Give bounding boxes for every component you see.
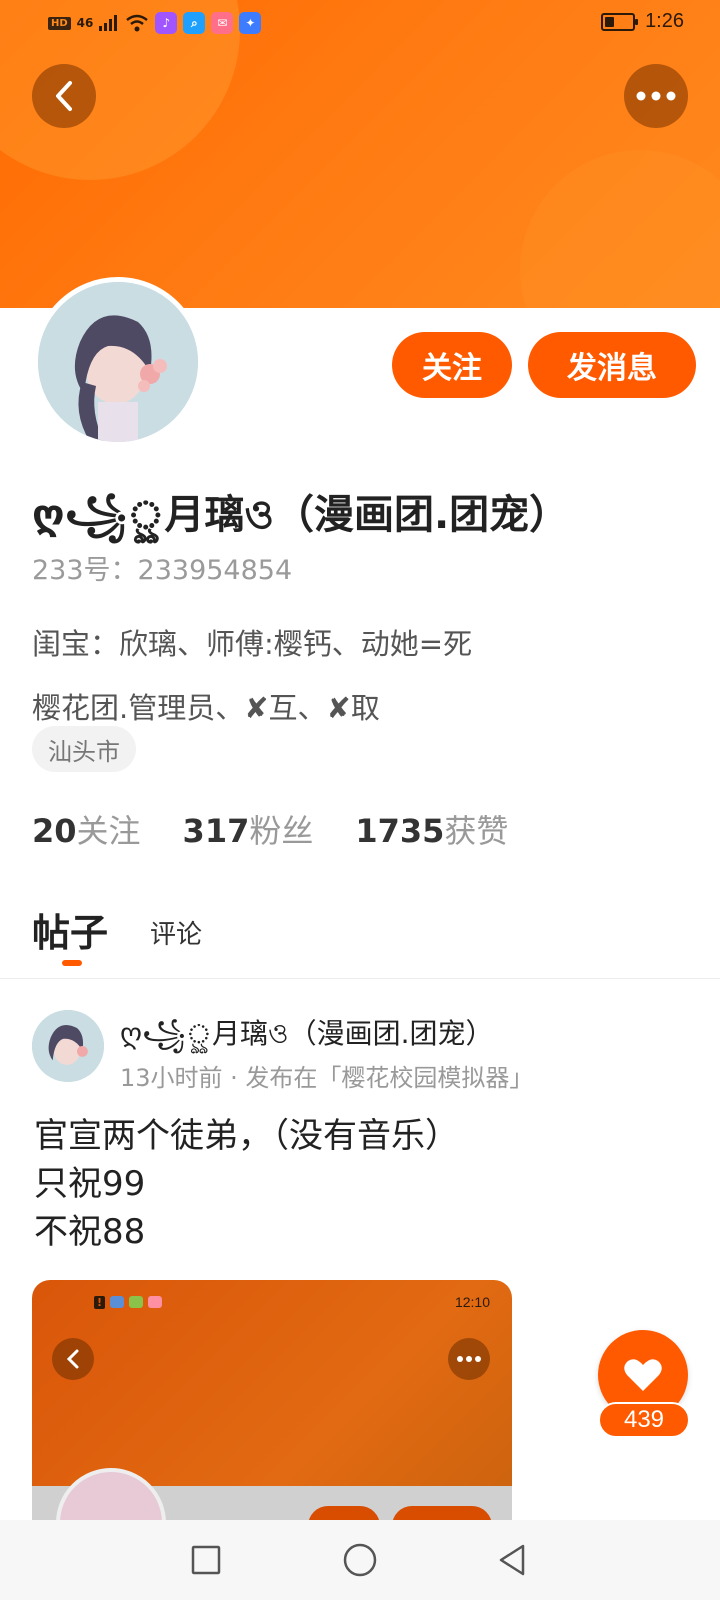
send-message-button[interactable]: 发消息 [528, 332, 696, 398]
more-dots-icon [636, 91, 676, 101]
avatar[interactable] [33, 277, 203, 447]
music-icon: ♪ [155, 12, 178, 34]
signal-strength: 46 [76, 16, 94, 30]
avatar-illustration [38, 282, 198, 442]
tab-posts[interactable]: 帖子 [32, 902, 108, 966]
like-count: 439 [598, 1402, 690, 1438]
image-clock: 12:10 [454, 1294, 490, 1310]
location-tag[interactable]: 汕头市 [32, 726, 136, 772]
avatar-illustration [32, 1010, 104, 1082]
battery-icon [601, 12, 639, 31]
profile-stats: 20关注 317粉丝 1735获赞 [32, 806, 508, 852]
follow-button[interactable]: 关注 [392, 332, 512, 398]
bio: 闺宝：欣璃、师傅:樱钙、动她=死 樱花团.管理员、✘互、✘取 [32, 612, 472, 740]
bio-line: 闺宝：欣璃、师傅:樱钙、动她=死 [32, 627, 473, 661]
square-icon [191, 1545, 221, 1575]
post-text-line: 不祝88 [34, 1212, 146, 1252]
post-text-line: 官宣两个徒弟，（没有音乐） [34, 1116, 459, 1156]
post-content[interactable]: 官宣两个徒弟，（没有音乐） 只祝99 不祝88 [34, 1112, 459, 1256]
recent-apps-button[interactable] [166, 1520, 246, 1600]
image-back-icon [52, 1338, 94, 1380]
user-id: 233号：233954854 [32, 555, 293, 586]
more-button[interactable] [624, 64, 688, 128]
signal-bars-icon [99, 15, 118, 31]
profile-tabs: 帖子 评论 [32, 902, 202, 966]
divider [0, 978, 720, 979]
post-image[interactable]: ! 12:10 [32, 1280, 512, 1540]
lightbulb-app-icon: ✦ [239, 12, 262, 34]
circle-icon [343, 1543, 377, 1577]
home-button[interactable] [320, 1520, 400, 1600]
tab-comments[interactable]: 评论 [150, 914, 202, 957]
wifi-icon [126, 14, 149, 32]
triangle-back-icon [499, 1544, 525, 1576]
mail-app-icon: ✉ [211, 12, 234, 34]
post-text-line: 只祝99 [34, 1164, 146, 1204]
clock: 1:26 [645, 10, 684, 32]
network-type: HD [48, 16, 71, 30]
active-tab-indicator [62, 960, 82, 966]
status-bar: HD 46 ♪ ⌕ ✉ ✦ 1:26 [0, 0, 720, 48]
search-app-icon: ⌕ [183, 12, 206, 34]
image-status-icons: ! [94, 1296, 163, 1309]
post-author-avatar[interactable] [32, 1010, 104, 1082]
image-more-icon [448, 1338, 490, 1380]
stat-fans[interactable]: 317粉丝 [183, 806, 314, 852]
back-button[interactable] [32, 64, 96, 128]
back-nav-button[interactable] [472, 1520, 552, 1600]
system-nav-bar [0, 1520, 720, 1600]
post-meta: 13小时前 · 发布在「樱花校园模拟器」 [120, 1064, 534, 1092]
stat-following[interactable]: 20关注 [32, 806, 141, 852]
heart-icon [624, 1359, 662, 1391]
stat-likes[interactable]: 1735获赞 [355, 806, 508, 852]
chevron-left-icon [56, 81, 72, 111]
